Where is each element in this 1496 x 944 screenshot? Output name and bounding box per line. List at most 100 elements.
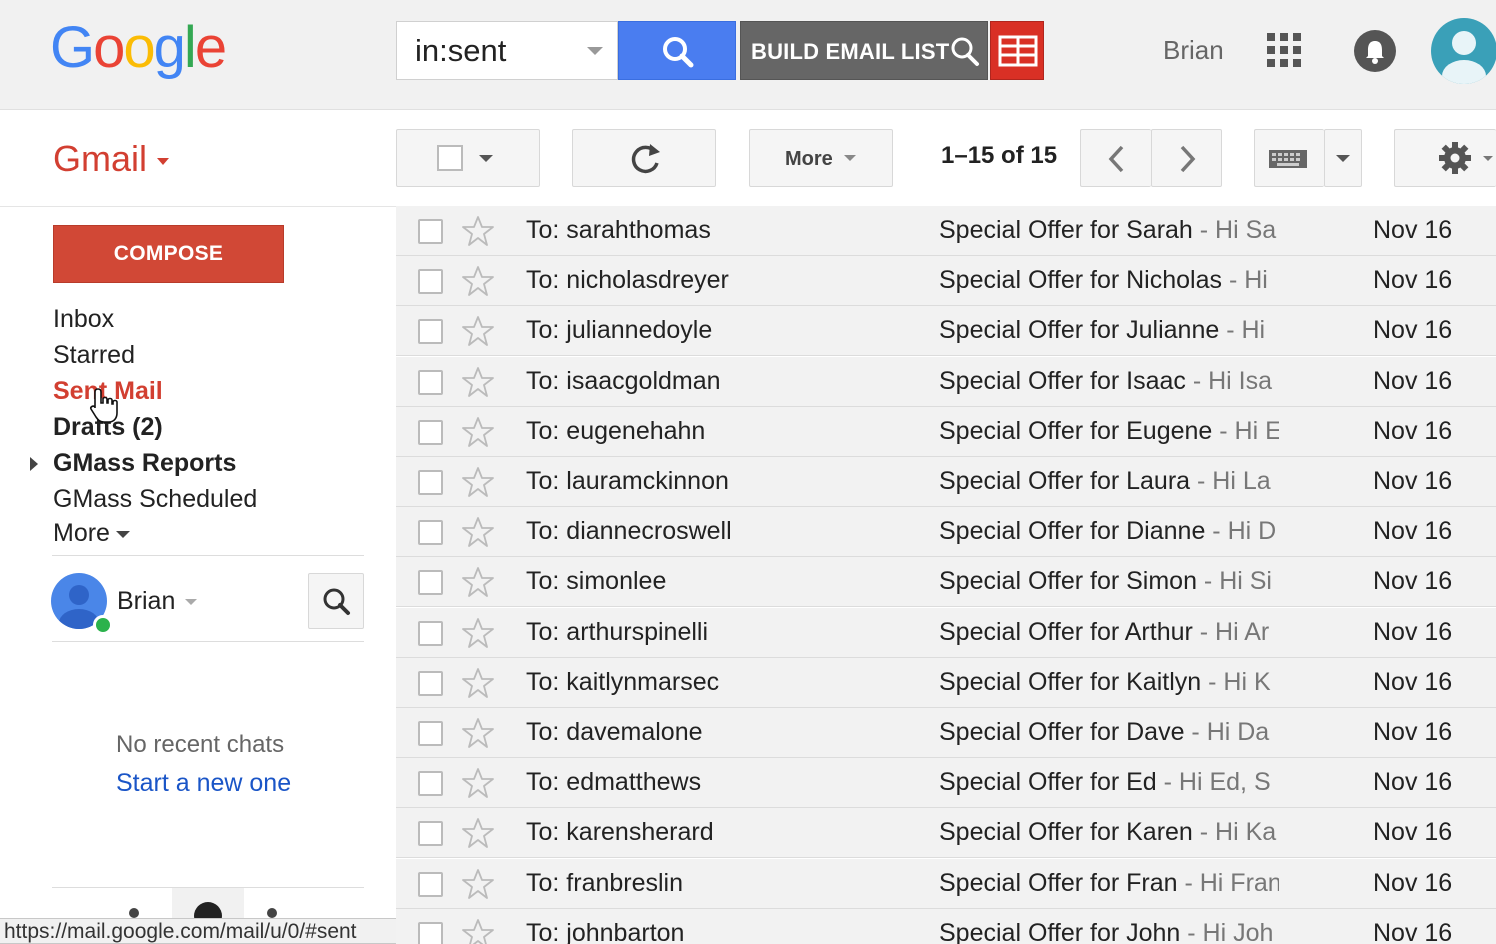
email-row[interactable]: To: edmatthews Special Offer for Ed - Hi … xyxy=(396,758,1496,809)
email-checkbox[interactable] xyxy=(418,871,443,897)
star-icon[interactable] xyxy=(462,868,494,900)
email-checkbox[interactable] xyxy=(418,470,443,495)
email-checkbox[interactable] xyxy=(418,319,443,345)
email-checkbox[interactable] xyxy=(418,269,443,295)
email-subject: Special Offer for Julianne xyxy=(939,316,1220,345)
email-checkbox[interactable] xyxy=(418,620,443,646)
search-button[interactable] xyxy=(618,21,736,80)
refresh-button[interactable] xyxy=(572,129,716,187)
notifications-bell-icon[interactable] xyxy=(1354,30,1396,72)
email-date: Nov 16 xyxy=(1373,768,1453,797)
email-subject: Special Offer for Fran xyxy=(939,868,1178,897)
gmass-sheets-button[interactable] xyxy=(990,21,1044,80)
email-row[interactable]: To: diannecroswell Special Offer for Dian… xyxy=(396,507,1496,558)
newer-button[interactable] xyxy=(1080,129,1151,187)
email-checkbox[interactable] xyxy=(418,670,443,696)
input-tools-button[interactable] xyxy=(1254,129,1324,187)
sidebar-item-gmass-scheduled[interactable]: GMass Scheduled xyxy=(53,485,257,514)
email-snippet: - Hi Si xyxy=(1196,567,1272,596)
search-input[interactable]: in:sent xyxy=(396,21,618,80)
star-icon[interactable] xyxy=(462,617,494,649)
expand-arrow-icon[interactable] xyxy=(30,457,38,471)
email-row[interactable]: To: kaitlynmarsec Special Offer for Kaitl… xyxy=(396,657,1496,708)
email-row[interactable]: To: davemalone Special Offer for Dave - H… xyxy=(396,708,1496,758)
older-button[interactable] xyxy=(1151,129,1222,187)
star-icon[interactable] xyxy=(462,516,494,548)
checkbox-icon[interactable] xyxy=(437,145,463,171)
star-icon[interactable] xyxy=(462,767,494,799)
email-row[interactable]: To: lauramckinnon Special Offer for Laura… xyxy=(396,457,1496,507)
email-row[interactable]: To: sarahthomas Special Offer for Sarah -… xyxy=(396,206,1496,256)
email-checkbox[interactable] xyxy=(418,219,443,244)
chevron-down-icon xyxy=(1336,155,1350,162)
email-row[interactable]: To: eugenehahn Special Offer for Eugene -… xyxy=(396,406,1496,457)
email-row[interactable]: To: simonlee Special Offer for Simon - Hi… xyxy=(396,557,1496,608)
start-new-chat-link[interactable]: Start a new one xyxy=(116,769,291,798)
compose-button[interactable]: COMPOSE xyxy=(53,225,284,283)
email-subject-line: Special Offer for John - Hi Joh xyxy=(939,919,1279,944)
chat-user-menu[interactable]: Brian xyxy=(117,587,198,616)
email-subject-line: Special Offer for Eugene - Hi E xyxy=(939,417,1279,449)
email-recipient: To: juliannedoyle xyxy=(526,316,713,345)
star-icon[interactable] xyxy=(462,366,494,398)
gmail-menu-button[interactable]: Gmail xyxy=(53,138,170,180)
email-checkbox[interactable] xyxy=(418,721,443,746)
chat-search-button[interactable] xyxy=(308,573,364,629)
star-icon[interactable] xyxy=(462,918,494,944)
apps-grid-icon[interactable] xyxy=(1267,33,1301,67)
select-all-button[interactable] xyxy=(396,129,540,187)
star-icon[interactable] xyxy=(462,817,494,849)
build-email-list-button[interactable]: BUILD EMAIL LIST xyxy=(740,21,988,80)
settings-button[interactable] xyxy=(1394,129,1496,187)
logo-letter: g xyxy=(153,15,186,80)
spreadsheet-icon xyxy=(998,35,1038,67)
search-options-caret-icon[interactable] xyxy=(587,47,603,55)
email-checkbox[interactable] xyxy=(418,771,443,797)
email-date: Nov 16 xyxy=(1373,918,1453,944)
email-subject: Special Offer for Karen xyxy=(939,818,1193,847)
email-row[interactable]: To: arthurspinelli Special Offer for Arth… xyxy=(396,607,1496,658)
account-avatar[interactable] xyxy=(1431,18,1496,84)
email-row[interactable]: To: juliannedoyle Special Offer for Julia… xyxy=(396,306,1496,357)
email-row[interactable]: To: franbreslin Special Offer for Fran - … xyxy=(396,858,1496,909)
email-row[interactable]: To: isaacgoldman Special Offer for Isaac … xyxy=(396,356,1496,407)
email-checkbox[interactable] xyxy=(418,921,443,944)
email-checkbox[interactable] xyxy=(418,419,443,445)
star-icon[interactable] xyxy=(462,416,494,448)
email-subject: Special Offer for Isaac xyxy=(939,366,1186,395)
email-checkbox[interactable] xyxy=(418,821,443,847)
star-icon[interactable] xyxy=(462,667,494,699)
sidebar-item-inbox[interactable]: Inbox xyxy=(53,305,114,334)
email-subject-line: Special Offer for Dave - Hi Da xyxy=(939,718,1279,750)
email-recipient: To: isaacgoldman xyxy=(526,366,721,395)
email-checkbox[interactable] xyxy=(418,369,443,395)
chevron-down-icon xyxy=(844,155,856,161)
star-icon[interactable] xyxy=(462,265,494,297)
email-checkbox[interactable] xyxy=(418,520,443,546)
sidebar-item-gmass-reports[interactable]: GMass Reports xyxy=(53,449,236,478)
email-row[interactable]: To: nicholasdreyer Special Offer for Nich… xyxy=(396,256,1496,307)
star-icon[interactable] xyxy=(462,215,494,247)
email-row[interactable]: To: karensherard Special Offer for Karen … xyxy=(396,808,1496,859)
star-icon[interactable] xyxy=(462,466,494,498)
account-name[interactable]: Brian xyxy=(1163,35,1224,66)
email-snippet: - Hi xyxy=(1219,316,1266,345)
sidebar-item-more[interactable]: More xyxy=(53,519,130,548)
chat-user-name: Brian xyxy=(117,587,176,615)
email-checkbox[interactable] xyxy=(418,570,443,596)
logo-letter: l xyxy=(183,15,197,80)
star-icon[interactable] xyxy=(462,315,494,347)
input-tools-dropdown[interactable] xyxy=(1324,129,1362,187)
star-icon[interactable] xyxy=(462,717,494,749)
more-actions-button[interactable]: More xyxy=(749,129,893,187)
star-icon[interactable] xyxy=(462,566,494,598)
user-icon xyxy=(1442,31,1486,84)
email-subject: Special Offer for Dianne xyxy=(939,517,1206,546)
email-subject-line: Special Offer for Julianne - Hi xyxy=(939,316,1279,348)
google-logo[interactable]: Google xyxy=(50,14,227,81)
email-snippet: - Hi La xyxy=(1190,467,1271,495)
logo-letter: o xyxy=(123,15,155,80)
email-subject: Special Offer for Arthur xyxy=(939,617,1193,646)
email-row[interactable]: To: johnbarton Special Offer for John - H… xyxy=(396,908,1496,944)
sidebar-item-starred[interactable]: Starred xyxy=(53,341,135,370)
